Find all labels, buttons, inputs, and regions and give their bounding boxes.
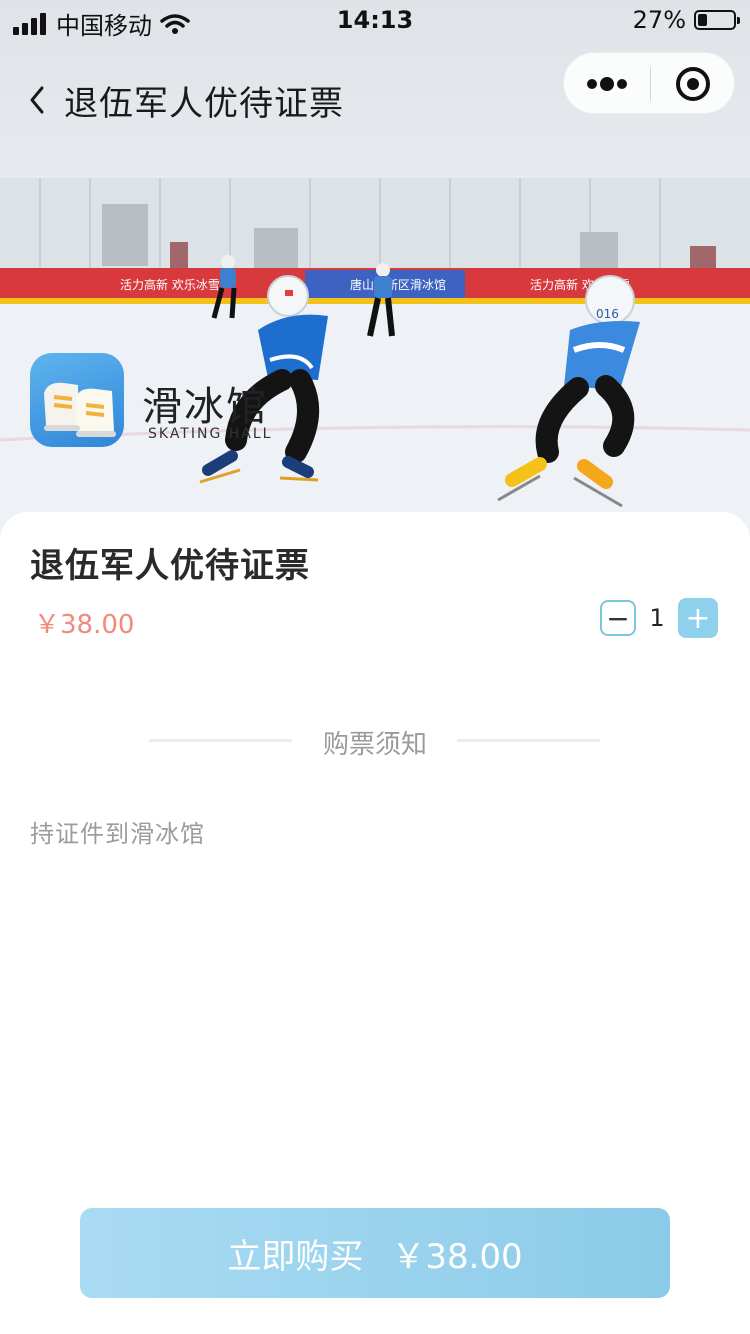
rink-banner-center: 唐山高新区滑冰馆: [350, 277, 446, 292]
skate-boots-icon: [44, 382, 116, 437]
venue-name: 滑冰馆: [142, 384, 268, 430]
purchase-notice-body: 持证件到滑冰馆: [30, 820, 205, 848]
buy-now-price: ￥38.00: [391, 1236, 523, 1277]
product-title: 退伍军人优待证票: [30, 546, 310, 586]
hero-banner: 活力高新 欢乐冰雪 唐山高新区滑冰馆 活力高新 欢乐冰雪 016 中国移动 14…: [0, 0, 750, 540]
quantity-value: 1: [649, 604, 665, 632]
battery-percent: 27%: [632, 6, 686, 34]
target-close-icon: [676, 67, 710, 101]
more-button[interactable]: [564, 53, 650, 113]
back-button[interactable]: [20, 78, 56, 122]
purchase-notice-title: 购票须知: [322, 730, 427, 760]
more-dots-icon: [587, 77, 627, 91]
battery-icon: [694, 10, 740, 30]
chevron-left-icon: [30, 86, 44, 114]
decrease-quantity-button[interactable]: −: [600, 600, 636, 636]
plus-icon: +: [685, 600, 711, 636]
rink-banner-left: 活力高新 欢乐冰雪: [120, 277, 220, 292]
skating-hall-logo: [30, 353, 124, 447]
buy-now-button[interactable]: 立即购买 ￥38.00: [80, 1208, 670, 1298]
notice-divider-right: [457, 739, 600, 742]
close-miniprogram-button[interactable]: [651, 53, 735, 113]
status-bar: 中国移动 14:13 27%: [0, 0, 750, 40]
miniprogram-capsule: [563, 52, 735, 114]
buy-now-label: 立即购买: [227, 1236, 364, 1277]
increase-quantity-button[interactable]: +: [678, 598, 718, 638]
page-title: 退伍军人优待证票: [64, 84, 344, 124]
quantity-stepper: − 1 +: [600, 598, 718, 638]
helmet-number: 016: [596, 307, 619, 321]
venue-subtitle: SKATING HALL: [148, 426, 273, 442]
product-price: ￥38.00: [34, 610, 135, 640]
minus-icon: −: [606, 601, 630, 635]
